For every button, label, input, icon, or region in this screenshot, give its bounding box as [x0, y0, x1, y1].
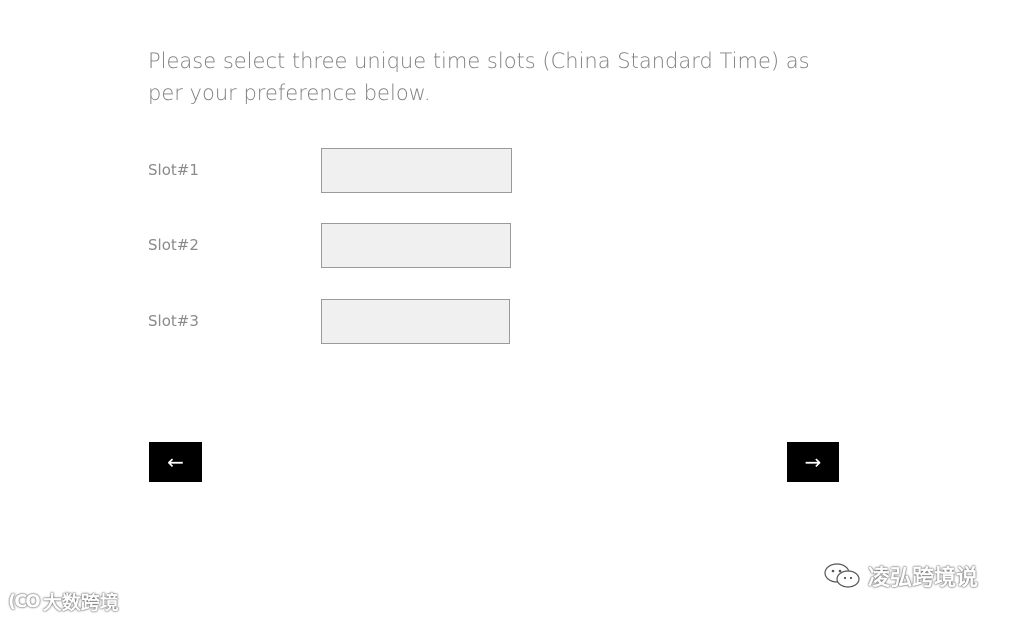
slot-1-input[interactable] — [321, 148, 512, 193]
watermark-right: 凌弘跨境说 — [822, 560, 978, 592]
slot-3-label: Slot#3 — [148, 312, 199, 330]
watermark-right-text: 凌弘跨境说 — [868, 566, 979, 591]
slot-1-label: Slot#1 — [148, 161, 199, 179]
page: Please select three unique time slots (C… — [0, 0, 1026, 621]
back-button[interactable]: ← — [149, 442, 202, 482]
instructions-text: Please select three unique time slots (C… — [148, 49, 810, 105]
next-button[interactable]: → — [787, 442, 839, 482]
watermark-left: (CO 大数跨境 — [8, 588, 119, 615]
slot-3-input[interactable] — [321, 299, 510, 344]
watermark-logo: (CO — [8, 591, 41, 612]
wechat-icon — [824, 563, 860, 588]
slot-2-label: Slot#2 — [148, 236, 199, 254]
watermark-left-text: 大数跨境 — [42, 592, 119, 614]
slot-2-input[interactable] — [321, 223, 511, 268]
